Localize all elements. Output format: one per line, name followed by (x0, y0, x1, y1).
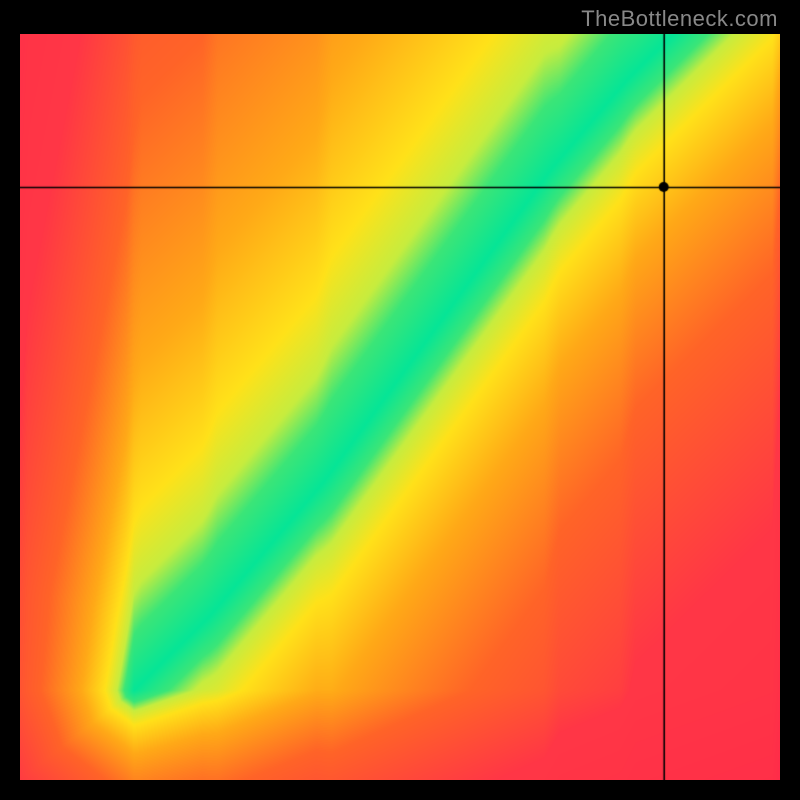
heatmap-canvas (20, 34, 780, 780)
watermark-text: TheBottleneck.com (581, 6, 778, 32)
heatmap-plot (20, 34, 780, 780)
